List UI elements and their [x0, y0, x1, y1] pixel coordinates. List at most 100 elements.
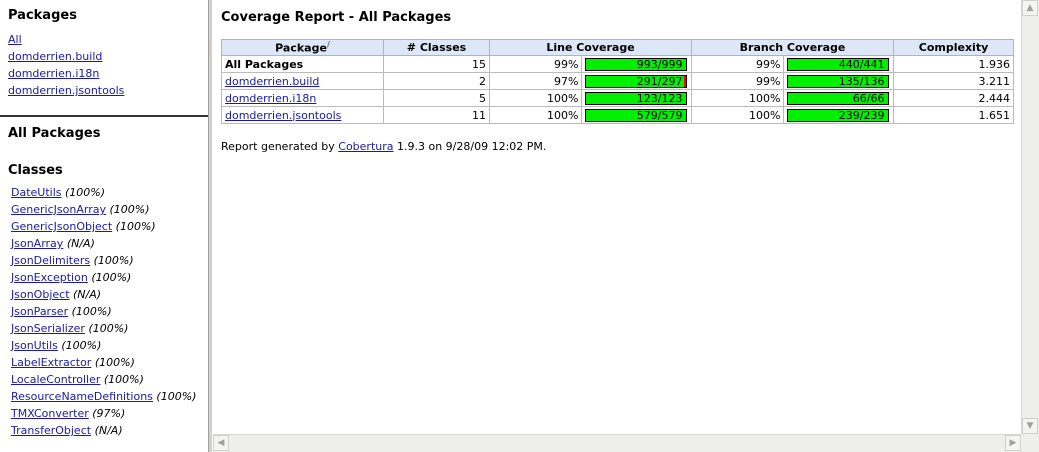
branch-coverage-bar-cell: 66/66 [783, 89, 894, 107]
class-link[interactable]: JsonUtils [11, 339, 58, 352]
class-link[interactable]: JsonArray [11, 237, 63, 250]
complexity-value: 1.936 [893, 55, 1014, 73]
class-link[interactable]: LabelExtractor [11, 356, 91, 369]
class-count: 5 [383, 89, 490, 107]
branch-coverage-ratio: 239/239 [838, 108, 885, 122]
class-link[interactable]: ResourceNameDefinitions [11, 390, 153, 403]
class-coverage-percent: (N/A) [94, 424, 123, 437]
class-coverage-percent: (100%) [61, 339, 102, 352]
line-coverage-bar-cell: 291/297 [581, 72, 692, 90]
class-link[interactable]: JsonException [11, 271, 88, 284]
class-count: 11 [383, 106, 490, 124]
class-coverage-percent: (100%) [156, 390, 197, 403]
complexity-value: 3.211 [893, 72, 1014, 90]
line-coverage-bar-cell: 993/999 [581, 55, 692, 73]
scroll-right-icon[interactable]: ▶ [1005, 435, 1021, 451]
branch-coverage-bar: 440/441 [787, 57, 890, 71]
scroll-up-icon[interactable]: ▲ [1022, 0, 1038, 16]
class-coverage-percent: (N/A) [73, 288, 102, 301]
line-coverage-ratio: 291/297 [636, 74, 683, 88]
branch-coverage-ratio: 440/441 [838, 57, 885, 71]
report-content: Coverage Report - All Packages Package/ … [213, 0, 1021, 434]
class-coverage-percent: (100%) [109, 203, 150, 216]
class-link[interactable]: GenericJsonArray [11, 203, 106, 216]
package-link-build[interactable]: domderrien.build [8, 50, 102, 63]
list-item: ResourceNameDefinitions (100%) [11, 388, 208, 405]
package-name-link[interactable]: domderrien.jsontools [225, 109, 341, 122]
class-link[interactable]: TMXConverter [11, 407, 89, 420]
list-item: TransferObject (N/A) [11, 422, 208, 439]
class-coverage-percent: (100%) [65, 186, 106, 199]
line-coverage-ratio: 123/123 [636, 91, 683, 105]
class-coverage-percent: (100%) [94, 356, 135, 369]
package-name-link[interactable]: domderrien.i18n [225, 92, 316, 105]
package-link-i18n[interactable]: domderrien.i18n [8, 67, 99, 80]
class-link[interactable]: JsonObject [11, 288, 70, 301]
packages-title: Packages [8, 8, 77, 23]
scroll-left-icon[interactable]: ◀ [213, 435, 229, 451]
class-coverage-percent: (100%) [115, 220, 156, 233]
class-coverage-percent: (100%) [88, 322, 129, 335]
branch-coverage-bar-cell: 135/136 [783, 72, 894, 90]
sort-indicator-icon: / [326, 40, 330, 50]
complexity-value: 2.444 [893, 89, 1014, 107]
class-link[interactable]: DateUtils [11, 186, 62, 199]
classes-frame: All Packages Classes DateUtils (100%) Gen… [0, 118, 208, 452]
list-item: JsonException (100%) [11, 269, 208, 286]
class-coverage-percent: (100%) [93, 254, 134, 267]
classes-heading: Classes [8, 163, 63, 178]
table-row: domderrien.jsontools 11 100% 579/579 100% 239… [221, 106, 1014, 124]
column-header-classes[interactable]: # Classes [383, 39, 490, 56]
branch-coverage-percent: 100% [690, 106, 785, 124]
table-row: domderrien.build 2 97% 291/297 99% 135/136 3.2… [221, 72, 1014, 90]
line-coverage-ratio: 579/579 [636, 108, 683, 122]
list-item: JsonArray (N/A) [11, 235, 208, 252]
branch-coverage-ratio: 66/66 [852, 91, 885, 105]
line-coverage-bar-cell: 579/579 [581, 106, 692, 124]
package-name-cell: domderrien.build [221, 72, 384, 90]
complexity-value: 1.651 [893, 106, 1014, 124]
branch-coverage-percent: 99% [690, 72, 785, 90]
package-link-jsontools[interactable]: domderrien.jsontools [8, 84, 124, 97]
column-header-package[interactable]: Package/ [221, 39, 384, 56]
branch-coverage-percent: 100% [690, 89, 785, 107]
column-header-complexity[interactable]: Complexity [893, 39, 1014, 56]
class-link[interactable]: TransferObject [11, 424, 91, 437]
package-name-cell: domderrien.jsontools [221, 106, 384, 124]
package-name-link[interactable]: domderrien.build [225, 75, 319, 88]
class-coverage-percent: (N/A) [66, 237, 95, 250]
line-coverage-ratio: 993/999 [636, 57, 683, 71]
class-count: 15 [383, 55, 490, 73]
column-header-branch-coverage[interactable]: Branch Coverage [691, 39, 894, 56]
cobertura-link[interactable]: Cobertura [338, 140, 393, 153]
column-header-line-coverage[interactable]: Line Coverage [489, 39, 692, 56]
branch-coverage-bar-cell: 440/441 [783, 55, 894, 73]
horizontal-scrollbar[interactable]: ◀ ▶ [213, 434, 1021, 452]
line-coverage-bar: 579/579 [585, 108, 688, 122]
scroll-down-icon[interactable]: ▼ [1022, 418, 1038, 434]
all-packages-heading: All Packages [8, 126, 101, 141]
line-coverage-bar: 123/123 [585, 91, 688, 105]
list-item: JsonParser (100%) [11, 303, 208, 320]
branch-coverage-bar: 66/66 [787, 91, 890, 105]
line-coverage-bar: 993/999 [585, 57, 688, 71]
line-coverage-percent: 100% [488, 106, 583, 124]
list-item: JsonSerializer (100%) [11, 320, 208, 337]
list-item: JsonDelimiters (100%) [11, 252, 208, 269]
list-item: TMXConverter (97%) [11, 405, 208, 422]
class-link[interactable]: LocaleController [11, 373, 100, 386]
report-frame: Coverage Report - All Packages Package/ … [213, 0, 1039, 452]
package-name-cell: All Packages [221, 55, 384, 73]
class-link[interactable]: JsonParser [11, 305, 68, 318]
vertical-scrollbar[interactable]: ▲ ▼ [1021, 0, 1039, 434]
class-link[interactable]: GenericJsonObject [11, 220, 112, 233]
list-item: DateUtils (100%) [11, 184, 208, 201]
branch-coverage-percent: 99% [690, 55, 785, 73]
package-name: All Packages [225, 57, 304, 71]
class-link[interactable]: JsonSerializer [11, 322, 85, 335]
left-frames: Packages All domderrien.build domderrien… [0, 0, 208, 452]
package-link-all[interactable]: All [8, 33, 22, 46]
branch-coverage-ratio: 135/136 [838, 74, 885, 88]
packages-frame: Packages All domderrien.build domderrien… [0, 0, 208, 115]
class-link[interactable]: JsonDelimiters [11, 254, 90, 267]
